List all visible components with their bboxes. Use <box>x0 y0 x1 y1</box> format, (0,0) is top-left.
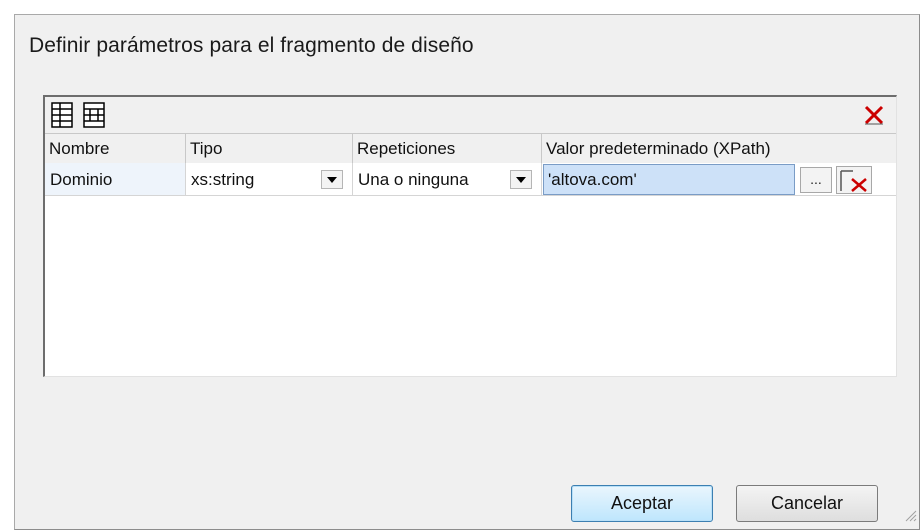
cell-repeticiones[interactable]: Una o ninguna <box>353 163 542 196</box>
ok-button[interactable]: Aceptar <box>571 485 713 522</box>
dialog-title: Definir parámetros para el fragmento de … <box>29 34 474 57</box>
cell-tipo[interactable]: xs:string <box>186 163 353 196</box>
delete-row-toolbar-button[interactable] <box>858 99 889 130</box>
dialog-window: Definir parámetros para el fragmento de … <box>14 14 920 530</box>
cell-valor[interactable]: 'altova.com' ... <box>542 163 896 196</box>
default-value-input[interactable]: 'altova.com' <box>543 164 795 195</box>
occurrence-value: Una o ninguna <box>358 170 469 189</box>
occurrence-dropdown-button[interactable] <box>510 170 532 189</box>
column-header-tipo[interactable]: Tipo <box>186 134 353 163</box>
xpath-browse-button[interactable]: ... <box>800 167 832 193</box>
append-row-button[interactable] <box>79 99 110 130</box>
cell-nombre[interactable]: Dominio <box>45 163 186 196</box>
default-value-text: 'altova.com' <box>548 170 637 189</box>
clear-value-button[interactable] <box>836 166 872 194</box>
chevron-down-icon <box>327 176 337 183</box>
insert-row-button[interactable] <box>47 99 78 130</box>
insert-row-icon <box>50 101 76 129</box>
column-header-repeticiones[interactable]: Repeticiones <box>353 134 542 163</box>
column-header-valor[interactable]: Valor predeterminado (XPath) <box>542 134 896 163</box>
delete-x-icon <box>862 103 886 127</box>
chevron-down-icon <box>516 176 526 183</box>
grid-toolbar <box>45 97 896 133</box>
column-header-nombre[interactable]: Nombre <box>45 134 186 163</box>
type-value: xs:string <box>191 170 255 189</box>
parameters-grid-panel: Nombre Tipo Repeticiones Valor predeterm… <box>43 95 897 377</box>
resize-grip-icon[interactable] <box>903 508 917 527</box>
append-row-icon <box>82 101 108 129</box>
type-dropdown-button[interactable] <box>321 170 343 189</box>
cancel-button[interactable]: Cancelar <box>736 485 878 522</box>
grid-header: Nombre Tipo Repeticiones Valor predeterm… <box>45 133 896 164</box>
table-row[interactable]: Dominio xs:string Una o ninguna 'altova.… <box>45 163 896 196</box>
parameter-name: Dominio <box>50 170 113 189</box>
